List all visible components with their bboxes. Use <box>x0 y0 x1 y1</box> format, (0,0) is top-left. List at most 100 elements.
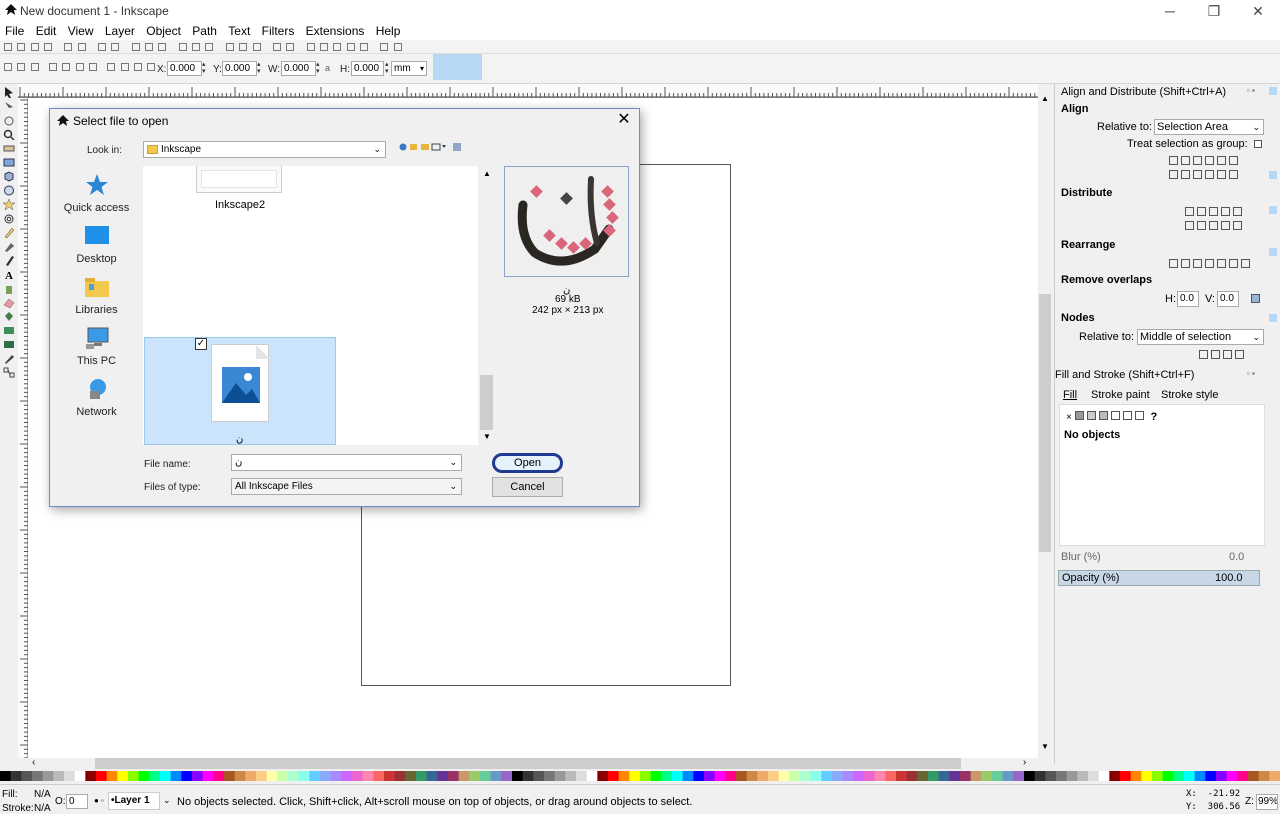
y-spinner[interactable]: ▴ ▾ <box>257 61 263 76</box>
node-align-buttons[interactable] <box>1199 348 1267 362</box>
stroke-indicator-value[interactable]: N/A <box>34 803 51 814</box>
menu-path[interactable]: Path <box>189 22 220 40</box>
folder-thumbnail-inkscape2[interactable] <box>196 166 282 193</box>
menu-text[interactable]: Text <box>225 22 253 40</box>
close-window-button[interactable]: ✕ <box>1236 0 1280 22</box>
lower-bottom-icon[interactable] <box>147 63 156 71</box>
raise-icon[interactable] <box>120 63 129 71</box>
copy-icon[interactable] <box>131 43 140 51</box>
menu-layer[interactable]: Layer <box>102 22 138 40</box>
maximize-button[interactable]: ❐ <box>1192 0 1236 22</box>
color-palette[interactable] <box>0 770 1280 781</box>
w-input[interactable]: 0.000 <box>281 61 316 76</box>
cancel-button[interactable]: Cancel <box>492 477 563 497</box>
raise-top-icon[interactable] <box>107 63 116 71</box>
flip-horizontal-icon[interactable] <box>75 63 84 71</box>
opacity-short-input[interactable]: 0 <box>66 794 88 809</box>
fill-stroke-close-icon[interactable]: ▫ ▪ <box>1247 369 1255 378</box>
save-icon[interactable] <box>30 43 39 51</box>
dock-close-icon[interactable]: ▫ ▪ <box>1247 86 1255 95</box>
calligraphy-tool-icon[interactable] <box>3 255 15 266</box>
overlap-h-input[interactable]: 0.0 <box>1177 291 1199 307</box>
file-list-scrollbar[interactable]: ▲ ▼ <box>479 166 494 445</box>
paste-icon[interactable] <box>158 43 167 51</box>
x-input[interactable]: 0.000 <box>167 61 202 76</box>
treat-as-group-checkbox[interactable] <box>1254 140 1262 148</box>
redo-icon[interactable] <box>111 43 120 51</box>
spray-tool-icon[interactable] <box>3 283 15 294</box>
spiral-tool-icon[interactable] <box>3 213 15 224</box>
text-font-icon[interactable] <box>319 43 328 51</box>
text-tool-icon[interactable]: A <box>3 269 15 282</box>
transform-toggles[interactable] <box>433 54 482 80</box>
blur-value[interactable]: 0.0 <box>1229 551 1244 563</box>
cut-icon[interactable] <box>145 43 154 51</box>
connector-tool-icon[interactable] <box>3 367 15 378</box>
layer-select[interactable]: •Layer 1 <box>108 792 160 810</box>
list-scroll-thumb[interactable] <box>480 375 493 430</box>
open-button[interactable]: Open <box>492 453 563 473</box>
rectangle-tool-icon[interactable] <box>3 157 15 168</box>
layer-visibility-icon[interactable]: ● ◦ <box>94 796 104 805</box>
pencil-tool-icon[interactable] <box>3 227 15 239</box>
scroll-down-icon[interactable]: ▼ <box>1041 742 1049 751</box>
dropper-tool-icon[interactable] <box>3 353 15 364</box>
tab-fill[interactable]: Fill <box>1063 389 1077 401</box>
menu-file[interactable]: File <box>2 22 27 40</box>
file-list[interactable]: Inkscape2 ✓ ن <box>143 166 478 445</box>
fill-stroke-icon[interactable] <box>306 43 315 51</box>
menu-object[interactable]: Object <box>143 22 184 40</box>
paint-bucket-tool-icon[interactable] <box>3 311 15 322</box>
overlap-v-input[interactable]: 0.0 <box>1217 291 1239 307</box>
new-document-icon[interactable] <box>4 43 12 51</box>
selector-tool-icon[interactable] <box>3 87 15 98</box>
align-icon[interactable] <box>359 43 368 51</box>
layers-icon[interactable] <box>333 43 342 51</box>
clone-icon[interactable] <box>239 43 248 51</box>
undo-icon[interactable] <box>98 43 107 51</box>
nodes-relative-select[interactable]: Middle of selection ⌄ <box>1137 329 1264 345</box>
layer-dropdown-icon[interactable]: ⌄ <box>163 795 171 806</box>
measure-tool-icon[interactable] <box>3 143 15 154</box>
selected-checkbox[interactable]: ✓ <box>195 338 207 350</box>
duplicate-icon[interactable] <box>225 43 234 51</box>
zoom-drawing-icon[interactable] <box>192 43 201 51</box>
remove-overlaps-button[interactable] <box>1251 294 1260 303</box>
pen-tool-icon[interactable] <box>3 241 15 252</box>
files-of-type-select[interactable]: All Inkscape Files ⌄ <box>231 478 462 495</box>
zoom-selection-icon[interactable] <box>178 43 187 51</box>
x-spinner[interactable]: ▴ ▾ <box>202 61 208 76</box>
menu-help[interactable]: Help <box>373 22 404 40</box>
deselect-icon[interactable] <box>30 63 39 71</box>
print-icon[interactable] <box>44 43 53 51</box>
menu-extensions[interactable]: Extensions <box>303 22 368 40</box>
navigation-buttons[interactable] <box>398 141 464 151</box>
place-network[interactable]: Network <box>57 377 136 418</box>
document-properties-icon[interactable] <box>393 43 402 51</box>
xml-editor-icon[interactable] <box>346 43 355 51</box>
opacity-slider[interactable]: Opacity (%) 100.0 <box>1058 570 1260 586</box>
select-all-icon[interactable] <box>4 63 12 71</box>
place-desktop[interactable]: Desktop <box>57 224 136 265</box>
lock-ratio-icon[interactable]: a <box>325 63 330 73</box>
unlink-clone-icon[interactable] <box>252 43 261 51</box>
fill-indicator-value[interactable]: N/A <box>34 789 51 800</box>
gradient-tool-icon[interactable] <box>3 325 15 336</box>
flip-vertical-icon[interactable] <box>89 63 98 71</box>
ungroup-icon[interactable] <box>286 43 295 51</box>
y-input[interactable]: 0.000 <box>222 61 257 76</box>
w-spinner[interactable]: ▴ ▾ <box>316 61 322 76</box>
selected-file-item[interactable]: ✓ ن <box>144 337 336 445</box>
eraser-tool-icon[interactable] <box>3 297 15 309</box>
rearrange-buttons[interactable] <box>1169 257 1267 271</box>
select-all-layers-icon[interactable] <box>17 63 26 71</box>
tab-stroke-paint[interactable]: Stroke paint <box>1091 389 1150 401</box>
place-quick-access[interactable]: Quick access <box>57 173 136 214</box>
paint-type-buttons[interactable]: × ? <box>1066 409 1157 423</box>
distribute-buttons[interactable] <box>1185 205 1267 233</box>
minimize-button[interactable]: ─ <box>1148 0 1192 22</box>
preferences-icon[interactable] <box>380 43 389 51</box>
dialog-close-button[interactable]: ✕ <box>614 110 634 130</box>
scroll-left-icon[interactable]: ‹ <box>32 757 35 768</box>
tweak-tool-icon[interactable] <box>3 115 15 126</box>
